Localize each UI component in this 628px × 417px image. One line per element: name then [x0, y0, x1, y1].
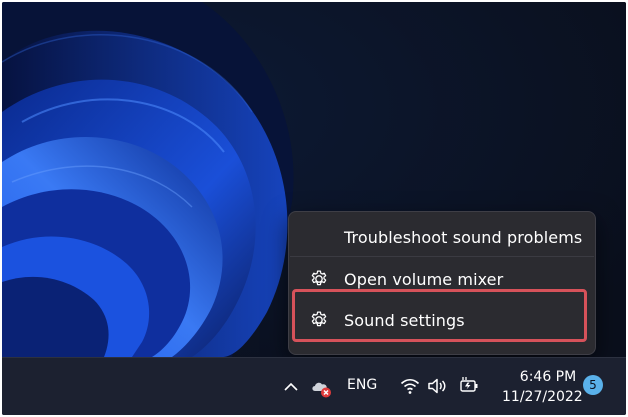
- menu-separator: [290, 256, 594, 257]
- notification-badge[interactable]: 5: [583, 375, 603, 395]
- taskbar: ENG 6:46 PM 11/27/2022 5: [2, 357, 626, 415]
- chevron-up-icon[interactable]: [283, 381, 299, 393]
- menu-item-troubleshoot[interactable]: Troubleshoot sound problems: [293, 217, 591, 257]
- screen: Troubleshoot sound problems Open volume …: [2, 2, 626, 415]
- clock-date[interactable]: 11/27/2022: [502, 389, 583, 405]
- menu-item-label: Open volume mixer: [344, 269, 504, 289]
- menu-item-label: Troubleshoot sound problems: [344, 227, 583, 247]
- speaker-icon[interactable]: [427, 377, 447, 395]
- wifi-icon[interactable]: [400, 377, 420, 395]
- language-indicator[interactable]: ENG: [347, 377, 377, 393]
- battery-charging-icon[interactable]: [458, 374, 480, 396]
- onedrive-error-icon[interactable]: [309, 375, 333, 399]
- highlight-box: [292, 289, 587, 342]
- gear-icon: [311, 270, 327, 286]
- clock-time[interactable]: 6:46 PM: [518, 369, 578, 385]
